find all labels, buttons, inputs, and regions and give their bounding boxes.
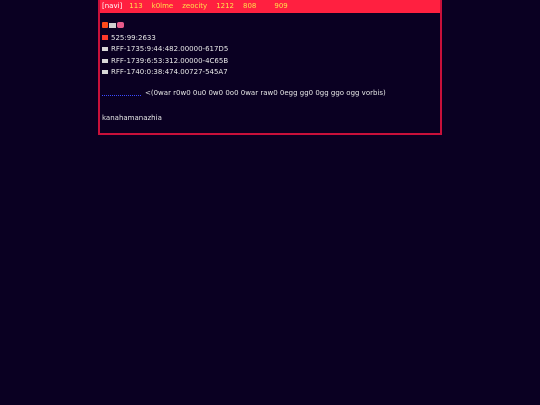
- log-line-text: RFF-1735:9:44:482.00000-617D5: [111, 45, 229, 54]
- nav-item-zeocity[interactable]: zeocity: [182, 0, 207, 13]
- alarm-icon: [102, 35, 108, 41]
- nav-item-808[interactable]: 808: [243, 0, 256, 13]
- icon-row: [102, 20, 440, 30]
- mail-icon: [102, 47, 108, 52]
- page: { "topbar": { "current": "[navi]", "item…: [0, 0, 540, 405]
- nav-item-909[interactable]: 909: [274, 0, 287, 13]
- mail-icon: [102, 58, 108, 63]
- log-line-text: RFF-1740:0:38:474.00727-545A7: [111, 68, 228, 77]
- log-line-text: RFF-1739:6:53:312.00000-4C65B: [111, 56, 229, 65]
- nav-item-1212[interactable]: 1212: [216, 0, 234, 13]
- pin-icon[interactable]: [117, 22, 124, 28]
- vector-text: <(0war r0w0 0u0 0w0 0o0 0war raw0 0egg g…: [145, 88, 386, 97]
- footer-text: kanahamanazhia: [102, 113, 162, 122]
- top-nav-bar: [navi] 113 k0lme zeocity 1212 808 909: [100, 0, 440, 13]
- nav-item-k0lme[interactable]: k0lme: [152, 0, 174, 13]
- envelope-icon[interactable]: [109, 22, 116, 28]
- log-line-time: 525:99:2633: [102, 32, 440, 44]
- content-area: 525:99:2633 RFF-1735:9:44:482.00000-617D…: [100, 13, 440, 123]
- vector-line: <(0war r0w0 0u0 0w0 0o0 0war raw0 0egg g…: [102, 87, 440, 98]
- current-location: [navi]: [102, 2, 123, 10]
- log-line-3: RFF-1740:0:38:474.00727-545A7: [102, 67, 440, 79]
- mail-icon: [102, 70, 108, 75]
- log-line-2: RFF-1739:6:53:312.00000-4C65B: [102, 55, 440, 67]
- house-icon[interactable]: [102, 22, 108, 28]
- nav-item-113[interactable]: 113: [129, 0, 142, 13]
- log-line-1: RFF-1735:9:44:482.00000-617D5: [102, 44, 440, 56]
- main-panel: [navi] 113 k0lme zeocity 1212 808 909 52…: [98, 0, 442, 135]
- vector-link[interactable]: [102, 89, 141, 96]
- log-line-text: 525:99:2633: [111, 33, 156, 42]
